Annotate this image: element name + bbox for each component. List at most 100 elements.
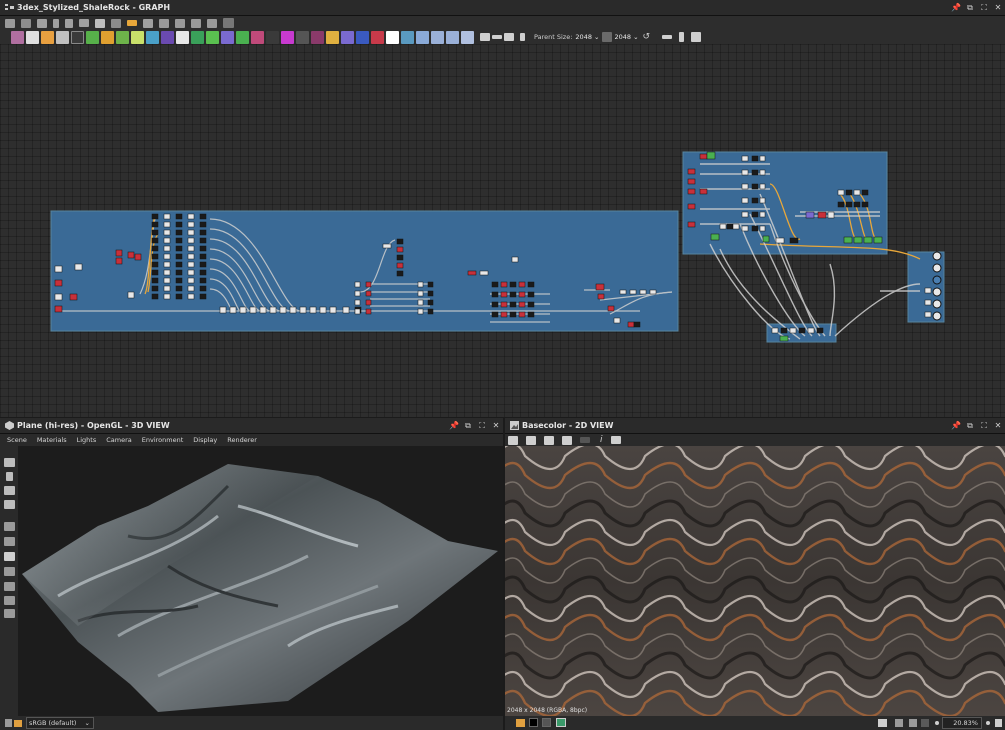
graph-node[interactable] [342, 306, 350, 314]
export-icon[interactable] [504, 33, 514, 41]
graph-node[interactable] [518, 311, 526, 318]
warp-icon[interactable] [116, 30, 129, 44]
microphone-icon[interactable] [520, 33, 525, 41]
graph-node[interactable] [491, 301, 499, 308]
graph-node[interactable] [299, 306, 307, 314]
graph-node[interactable] [639, 289, 647, 295]
graph-node[interactable] [619, 289, 627, 295]
graph-node[interactable] [354, 299, 361, 306]
layers-icon[interactable] [14, 720, 22, 727]
graph-node[interactable] [518, 281, 526, 288]
graph-node[interactable] [199, 229, 207, 236]
font-icon[interactable] [341, 30, 354, 44]
curve-icon[interactable] [56, 30, 69, 44]
menu-camera[interactable]: Camera [106, 434, 132, 446]
graph-node[interactable] [771, 327, 779, 334]
graph-node[interactable] [762, 235, 770, 243]
maximize-icon[interactable]: ⛶ [979, 0, 989, 16]
graph-node[interactable] [417, 308, 424, 315]
graph-node[interactable] [491, 311, 499, 318]
graph-node[interactable] [706, 151, 716, 160]
output-node[interactable] [932, 311, 942, 321]
pan-icon[interactable] [921, 719, 929, 727]
graph-node[interactable] [699, 153, 708, 160]
graph-node[interactable] [187, 229, 195, 236]
graph-node[interactable] [151, 245, 159, 252]
graph-node[interactable] [816, 327, 824, 334]
graph-node[interactable] [354, 308, 361, 315]
graph-node[interactable] [151, 277, 159, 284]
graph-node[interactable] [710, 233, 720, 241]
graph-node[interactable] [279, 306, 287, 314]
edge-detect-icon[interactable] [191, 30, 204, 44]
graph-node[interactable] [805, 211, 815, 219]
info-icon[interactable]: i [600, 435, 603, 445]
graph-node[interactable] [751, 225, 759, 232]
graph-node[interactable] [175, 277, 183, 284]
text-icon[interactable] [311, 30, 324, 44]
graph-node[interactable] [396, 262, 404, 269]
tools-icon[interactable] [175, 18, 185, 28]
graph-node[interactable] [479, 270, 489, 276]
grey-bg-icon[interactable] [542, 718, 551, 727]
graph-node[interactable] [309, 306, 317, 314]
graph-node[interactable] [500, 281, 508, 288]
graph-node[interactable] [837, 189, 845, 196]
output-node[interactable] [932, 287, 942, 297]
gradient-icon[interactable] [86, 30, 99, 44]
black-bg-icon[interactable] [529, 718, 538, 727]
graph-node[interactable] [329, 306, 337, 314]
graph-node[interactable] [259, 306, 267, 314]
graph-node[interactable] [199, 221, 207, 228]
graph-node[interactable] [627, 321, 635, 328]
graph-node[interactable] [175, 237, 183, 244]
view3d-viewport[interactable] [18, 446, 503, 716]
menu-materials[interactable]: Materials [37, 434, 67, 446]
viewport-tools-icon[interactable] [5, 719, 12, 727]
lock-icon[interactable] [995, 719, 1002, 727]
graph-node[interactable] [163, 293, 171, 300]
graph-node[interactable] [741, 155, 749, 162]
float-icon[interactable]: ⧉ [965, 0, 975, 16]
layout-icon[interactable] [691, 32, 702, 42]
checker-bg-icon[interactable] [556, 718, 566, 727]
chat-icon[interactable] [480, 33, 490, 41]
graph-node[interactable] [163, 253, 171, 260]
frame-view-icon[interactable] [4, 522, 15, 531]
graph-node[interactable] [175, 213, 183, 220]
close-icon[interactable]: ✕ [491, 418, 501, 434]
graph-node[interactable] [365, 299, 372, 306]
graph-node[interactable] [199, 285, 207, 292]
graph-node[interactable] [837, 201, 845, 208]
graph-node[interactable] [115, 257, 123, 265]
navigation-icon[interactable] [461, 30, 474, 44]
bitmap-icon[interactable] [356, 30, 369, 44]
graph-node[interactable] [175, 221, 183, 228]
graph-node[interactable] [779, 335, 789, 342]
graph-node[interactable] [699, 188, 708, 195]
graph-node[interactable] [687, 203, 696, 210]
pin-graph-icon[interactable] [431, 30, 444, 44]
graph-node[interactable] [239, 306, 247, 314]
menu-display[interactable]: Display [193, 434, 217, 446]
graph-node[interactable] [741, 169, 749, 176]
graph-node[interactable] [151, 229, 159, 236]
graph-node[interactable] [509, 311, 517, 318]
graph-node[interactable] [187, 293, 195, 300]
dots-icon[interactable] [662, 35, 673, 39]
fit-icon[interactable] [5, 18, 15, 28]
output-node[interactable] [932, 263, 942, 273]
save-icon[interactable] [526, 435, 536, 445]
graph-node[interactable] [134, 253, 142, 261]
graph-node[interactable] [427, 299, 434, 306]
graph-node[interactable] [175, 293, 183, 300]
graph-node[interactable] [751, 211, 759, 218]
levels-icon[interactable] [41, 30, 54, 44]
histogram-icon[interactable] [206, 30, 219, 44]
graph-node[interactable] [511, 256, 519, 263]
graph-node[interactable] [595, 283, 605, 291]
graph-node[interactable] [741, 183, 749, 190]
graph-node[interactable] [175, 245, 183, 252]
center-icon[interactable] [21, 18, 31, 28]
parent-size-select[interactable]: 2048 ⌄ [575, 33, 599, 41]
